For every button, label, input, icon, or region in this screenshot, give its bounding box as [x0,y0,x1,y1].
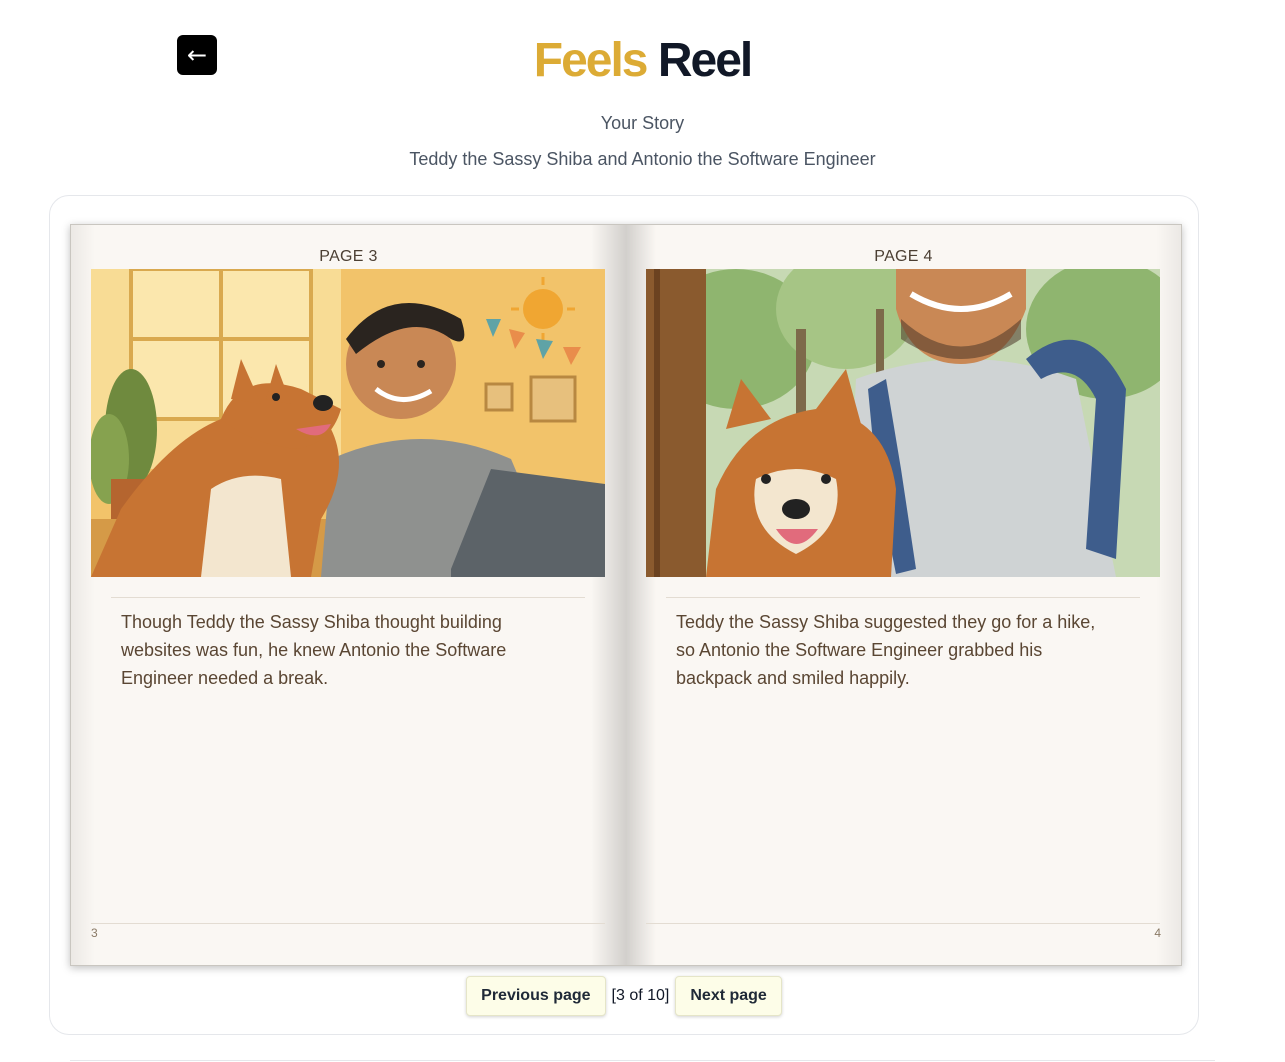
page-illustration-dog-and-man-at-laptop [91,269,605,577]
next-page-button[interactable]: Next page [675,976,782,1016]
story-title: Teddy the Sassy Shiba and Antonio the So… [409,149,876,169]
story-viewer-page: ← Feels Reel Your Story Teddy the Sassy … [0,0,1285,1062]
book-page-left: PAGE 3 Though Teddy the Sassy Shiba thou… [71,225,626,965]
brand-logo: Feels Reel [0,30,1285,92]
text-divider [111,597,585,598]
brand-word-reel: Reel [657,34,753,87]
book-viewer-card: PAGE 3 Though Teddy the Sassy Shiba thou… [49,195,1199,1035]
bottom-divider [70,1060,1215,1061]
open-book: PAGE 3 Though Teddy the Sassy Shiba thou… [70,224,1182,966]
page-label: PAGE 4 [874,248,933,265]
page-count: [3 of 10] [611,987,670,1004]
page-subtitle: Your Story [600,113,685,133]
page-story-text: Though Teddy the Sassy Shiba thought bui… [121,612,507,688]
page-story-text: Teddy the Sassy Shiba suggested they go … [676,612,1096,688]
page-number: 4 [1154,926,1161,940]
footer-divider [646,923,1160,924]
page-label: PAGE 3 [319,248,378,265]
footer-divider [91,923,605,924]
text-divider [666,597,1140,598]
book-page-right: PAGE 4 Teddy the Sassy Shiba suggested t… [626,225,1181,965]
page-illustration-dog-and-man-with-backpack [646,269,1160,577]
previous-page-button[interactable]: Previous page [466,976,606,1016]
page-number: 3 [91,926,98,940]
brand-word-feels: Feels [533,34,649,87]
pagination-controls: Previous page [3 of 10] Next page [50,976,1198,1016]
